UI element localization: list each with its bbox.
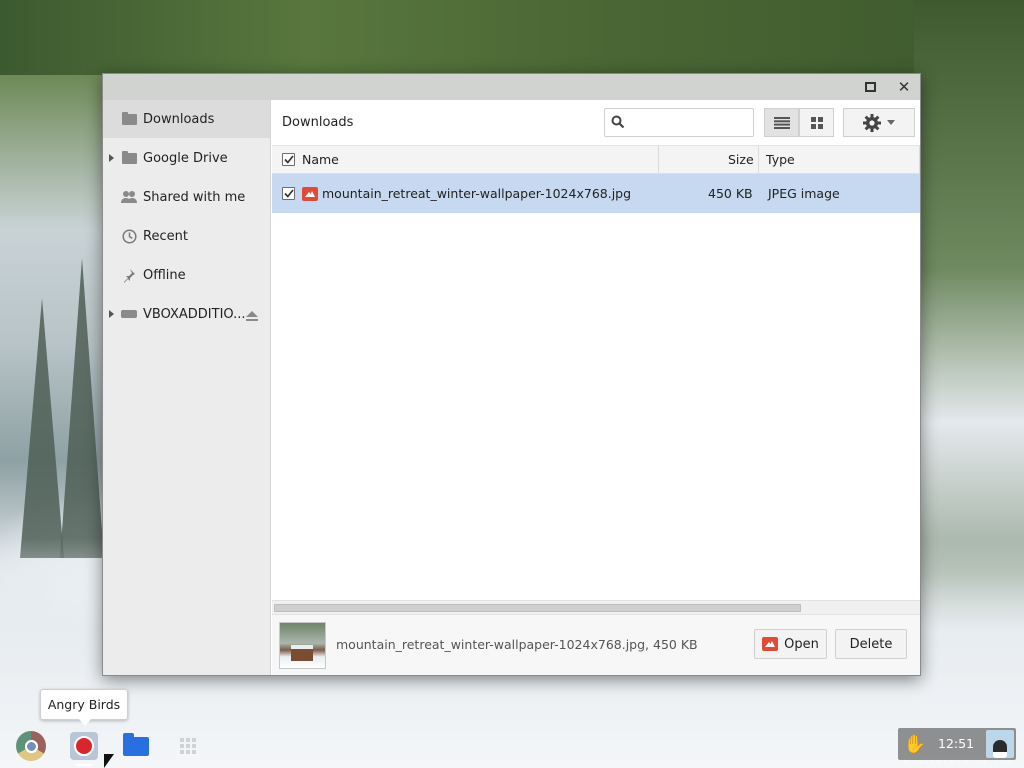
column-header: Name Size Type (272, 146, 920, 174)
toolbar: Downloads (272, 100, 920, 146)
clock-icon (121, 228, 137, 244)
sidebar-item-label: VBOXADDITIO... (143, 306, 246, 322)
running-indicator (76, 764, 92, 766)
shelf-tooltip: Angry Birds (40, 689, 128, 726)
select-all-checkbox[interactable] (282, 146, 295, 173)
chrome-icon (16, 731, 46, 761)
breadcrumb[interactable]: Downloads (282, 115, 353, 130)
settings-menu-button[interactable] (843, 108, 915, 137)
column-divider[interactable] (658, 146, 659, 173)
file-list-empty-area[interactable] (272, 213, 920, 600)
file-name: mountain_retreat_winter-wallpaper-1024x7… (322, 186, 632, 201)
search-input[interactable] (629, 112, 749, 133)
eject-icon[interactable] (246, 311, 258, 321)
hand-pointer-icon[interactable]: ✋ (904, 733, 926, 755)
sidebar-item-recent[interactable]: Recent (103, 217, 270, 255)
files-folder-icon (123, 732, 149, 756)
preview-panel: mountain_retreat_winter-wallpaper-1024x7… (272, 614, 920, 675)
search-box[interactable] (604, 108, 754, 137)
files-app-window: ✕ Downloads Google Drive Shared with me … (102, 73, 921, 676)
scrollbar-thumb[interactable] (274, 604, 801, 612)
sidebar: Downloads Google Drive Shared with me Re… (103, 100, 271, 675)
search-icon (611, 115, 625, 129)
sidebar-item-label: Offline (143, 267, 186, 283)
shelf-app-chrome[interactable] (13, 728, 49, 764)
column-divider[interactable] (919, 146, 920, 173)
wallpaper-tree (20, 298, 64, 558)
image-file-icon (302, 174, 318, 213)
horizontal-scrollbar[interactable] (272, 600, 920, 614)
delete-button-label: Delete (849, 636, 893, 652)
close-icon: ✕ (897, 78, 911, 96)
close-button[interactable]: ✕ (889, 74, 919, 100)
avatar[interactable] (986, 730, 1014, 758)
sidebar-item-downloads[interactable]: Downloads (103, 100, 270, 138)
chevron-down-icon (887, 120, 895, 125)
maximize-button[interactable] (855, 74, 885, 100)
download-folder-icon (121, 111, 137, 126)
file-size: 450 KB (708, 186, 753, 201)
sidebar-item-label: Recent (143, 228, 188, 244)
grid-view-button[interactable] (799, 108, 834, 137)
people-icon (121, 190, 137, 204)
delete-button[interactable]: Delete (835, 629, 907, 659)
open-button-label: Open (784, 636, 819, 652)
row-checkbox[interactable] (282, 174, 295, 213)
selection-summary: mountain_retreat_winter-wallpaper-1024x7… (336, 637, 698, 652)
image-file-icon (762, 637, 779, 651)
maximize-icon (864, 82, 876, 92)
sidebar-item-offline[interactable]: Offline (103, 256, 270, 294)
status-tray[interactable]: ✋ 12:51 (898, 728, 1016, 760)
file-type: JPEG image (768, 186, 840, 201)
expand-arrow-icon[interactable] (109, 310, 114, 318)
sidebar-item-shared-with-me[interactable]: Shared with me (103, 178, 270, 216)
shelf-app-files[interactable] (118, 728, 154, 764)
window-titlebar[interactable]: ✕ (103, 74, 920, 100)
sidebar-item-label: Google Drive (143, 150, 228, 166)
open-button[interactable]: Open (754, 629, 827, 659)
column-header-name[interactable]: Name (302, 146, 339, 173)
shelf-app-launcher[interactable] (170, 728, 206, 764)
list-view-icon (773, 116, 790, 129)
file-thumbnail (279, 622, 326, 669)
expand-arrow-icon[interactable] (109, 154, 114, 162)
gear-icon (863, 113, 881, 132)
column-divider[interactable] (758, 146, 759, 173)
sidebar-item-label: Downloads (143, 111, 215, 127)
wallpaper-branches-top (0, 0, 1024, 75)
grid-view-icon (810, 116, 823, 129)
sidebar-item-label: Shared with me (143, 189, 246, 205)
sidebar-item-vboxadditions[interactable]: VBOXADDITIO... (103, 295, 270, 333)
pin-icon (121, 268, 137, 283)
tooltip-text: Angry Birds (47, 697, 121, 712)
shelf-app-angry-birds[interactable] (66, 728, 102, 764)
drive-icon (121, 307, 137, 321)
shelf (0, 724, 1024, 768)
column-header-type[interactable]: Type (766, 146, 795, 173)
column-header-size[interactable]: Size (728, 146, 754, 173)
angry-birds-icon (70, 732, 98, 760)
wallpaper-tree (60, 258, 104, 558)
app-launcher-icon (180, 738, 196, 754)
mouse-cursor-icon (104, 754, 114, 768)
table-row[interactable]: mountain_retreat_winter-wallpaper-1024x7… (272, 174, 920, 213)
clock[interactable]: 12:51 (938, 736, 974, 751)
drive-folder-icon (121, 150, 137, 165)
sidebar-item-google-drive[interactable]: Google Drive (103, 139, 270, 177)
list-view-button[interactable] (764, 108, 799, 137)
